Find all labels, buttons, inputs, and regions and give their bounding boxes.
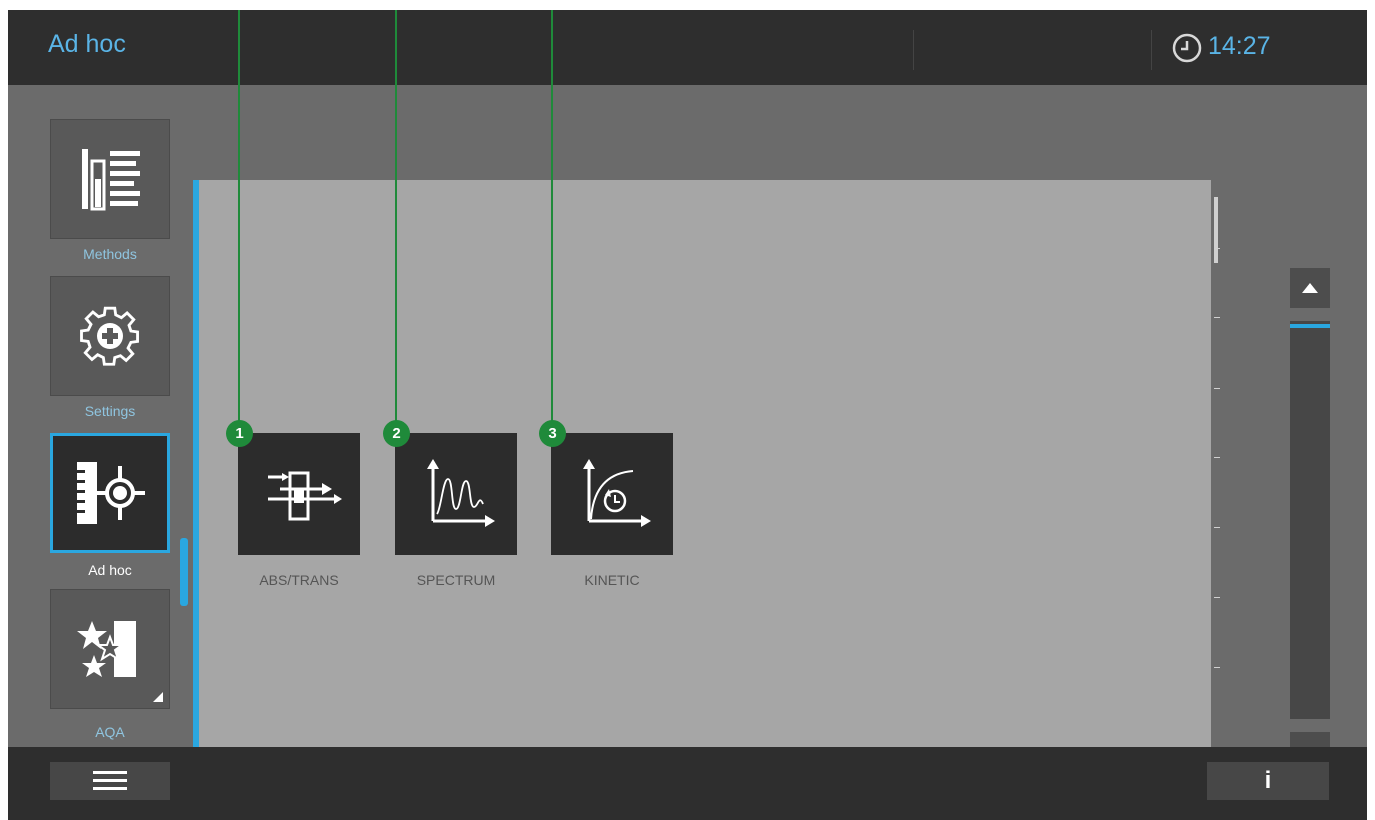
- clock-icon: [1172, 33, 1202, 63]
- stars-icon: [77, 621, 136, 677]
- submenu-indicator: [153, 692, 163, 702]
- nav-adhoc-label: Ad hoc: [88, 562, 132, 578]
- info-button[interactable]: i: [1207, 762, 1329, 800]
- content-tick: [1214, 597, 1220, 598]
- nav-aqa-button[interactable]: [50, 589, 170, 709]
- callout-line: [551, 10, 553, 425]
- callout-line: [238, 10, 240, 425]
- kinetic-icon: [583, 459, 651, 527]
- scroll-up-button[interactable]: [1290, 268, 1330, 308]
- hamburger-menu-icon: [93, 771, 127, 790]
- callout-badge: 3: [539, 420, 566, 447]
- abs-trans-label: ABS/TRANS: [259, 572, 339, 588]
- spectrum-icon: [427, 459, 495, 527]
- abs-trans-button[interactable]: [238, 433, 360, 555]
- nav-aqa-label: AQA: [95, 724, 125, 740]
- scrollbar-thumb[interactable]: [1290, 324, 1330, 328]
- callout-line: [395, 10, 397, 425]
- callout-badge: 2: [383, 420, 410, 447]
- header-bar: Ad hoc 14:27: [8, 10, 1367, 85]
- content-tick: [1214, 248, 1220, 249]
- app-window: Ad hoc 14:27 Methods Settings Ad hoc AQA…: [8, 10, 1367, 820]
- nav-adhoc-button[interactable]: [50, 433, 170, 553]
- footer-bar: i: [8, 747, 1367, 820]
- spectrum-button[interactable]: [395, 433, 517, 555]
- nav-methods-label: Methods: [83, 246, 137, 262]
- content-tick: [1214, 527, 1220, 528]
- ad-hoc-crosshair-icon: [77, 462, 145, 524]
- scrollbar-track[interactable]: [1290, 321, 1330, 719]
- content-tick: [1214, 457, 1220, 458]
- page-title: Ad hoc: [48, 30, 126, 58]
- nav-methods-button[interactable]: [50, 119, 170, 239]
- clock-time: 14:27: [1208, 32, 1271, 60]
- kinetic-label: KINETIC: [584, 572, 640, 588]
- nav-active-indicator: [180, 538, 188, 606]
- callout-badge: 1: [226, 420, 253, 447]
- gear-plus-icon: [80, 306, 139, 366]
- kinetic-button[interactable]: [551, 433, 673, 555]
- content-tick: [1214, 667, 1220, 668]
- triangle-up-icon: [1302, 283, 1318, 293]
- methods-list-icon: [82, 149, 140, 211]
- nav-settings-button[interactable]: [50, 276, 170, 396]
- header-divider: [913, 30, 914, 70]
- main-area: Methods Settings Ad hoc AQA: [8, 85, 1367, 810]
- menu-button[interactable]: [50, 762, 170, 800]
- abs-trans-icon: [268, 471, 342, 521]
- content-scroll-indicator: [1214, 197, 1218, 263]
- content-tick: [1214, 388, 1220, 389]
- nav-settings-label: Settings: [84, 403, 136, 419]
- header-divider: [1151, 30, 1152, 70]
- content-tick: [1214, 317, 1220, 318]
- spectrum-label: SPECTRUM: [416, 572, 496, 588]
